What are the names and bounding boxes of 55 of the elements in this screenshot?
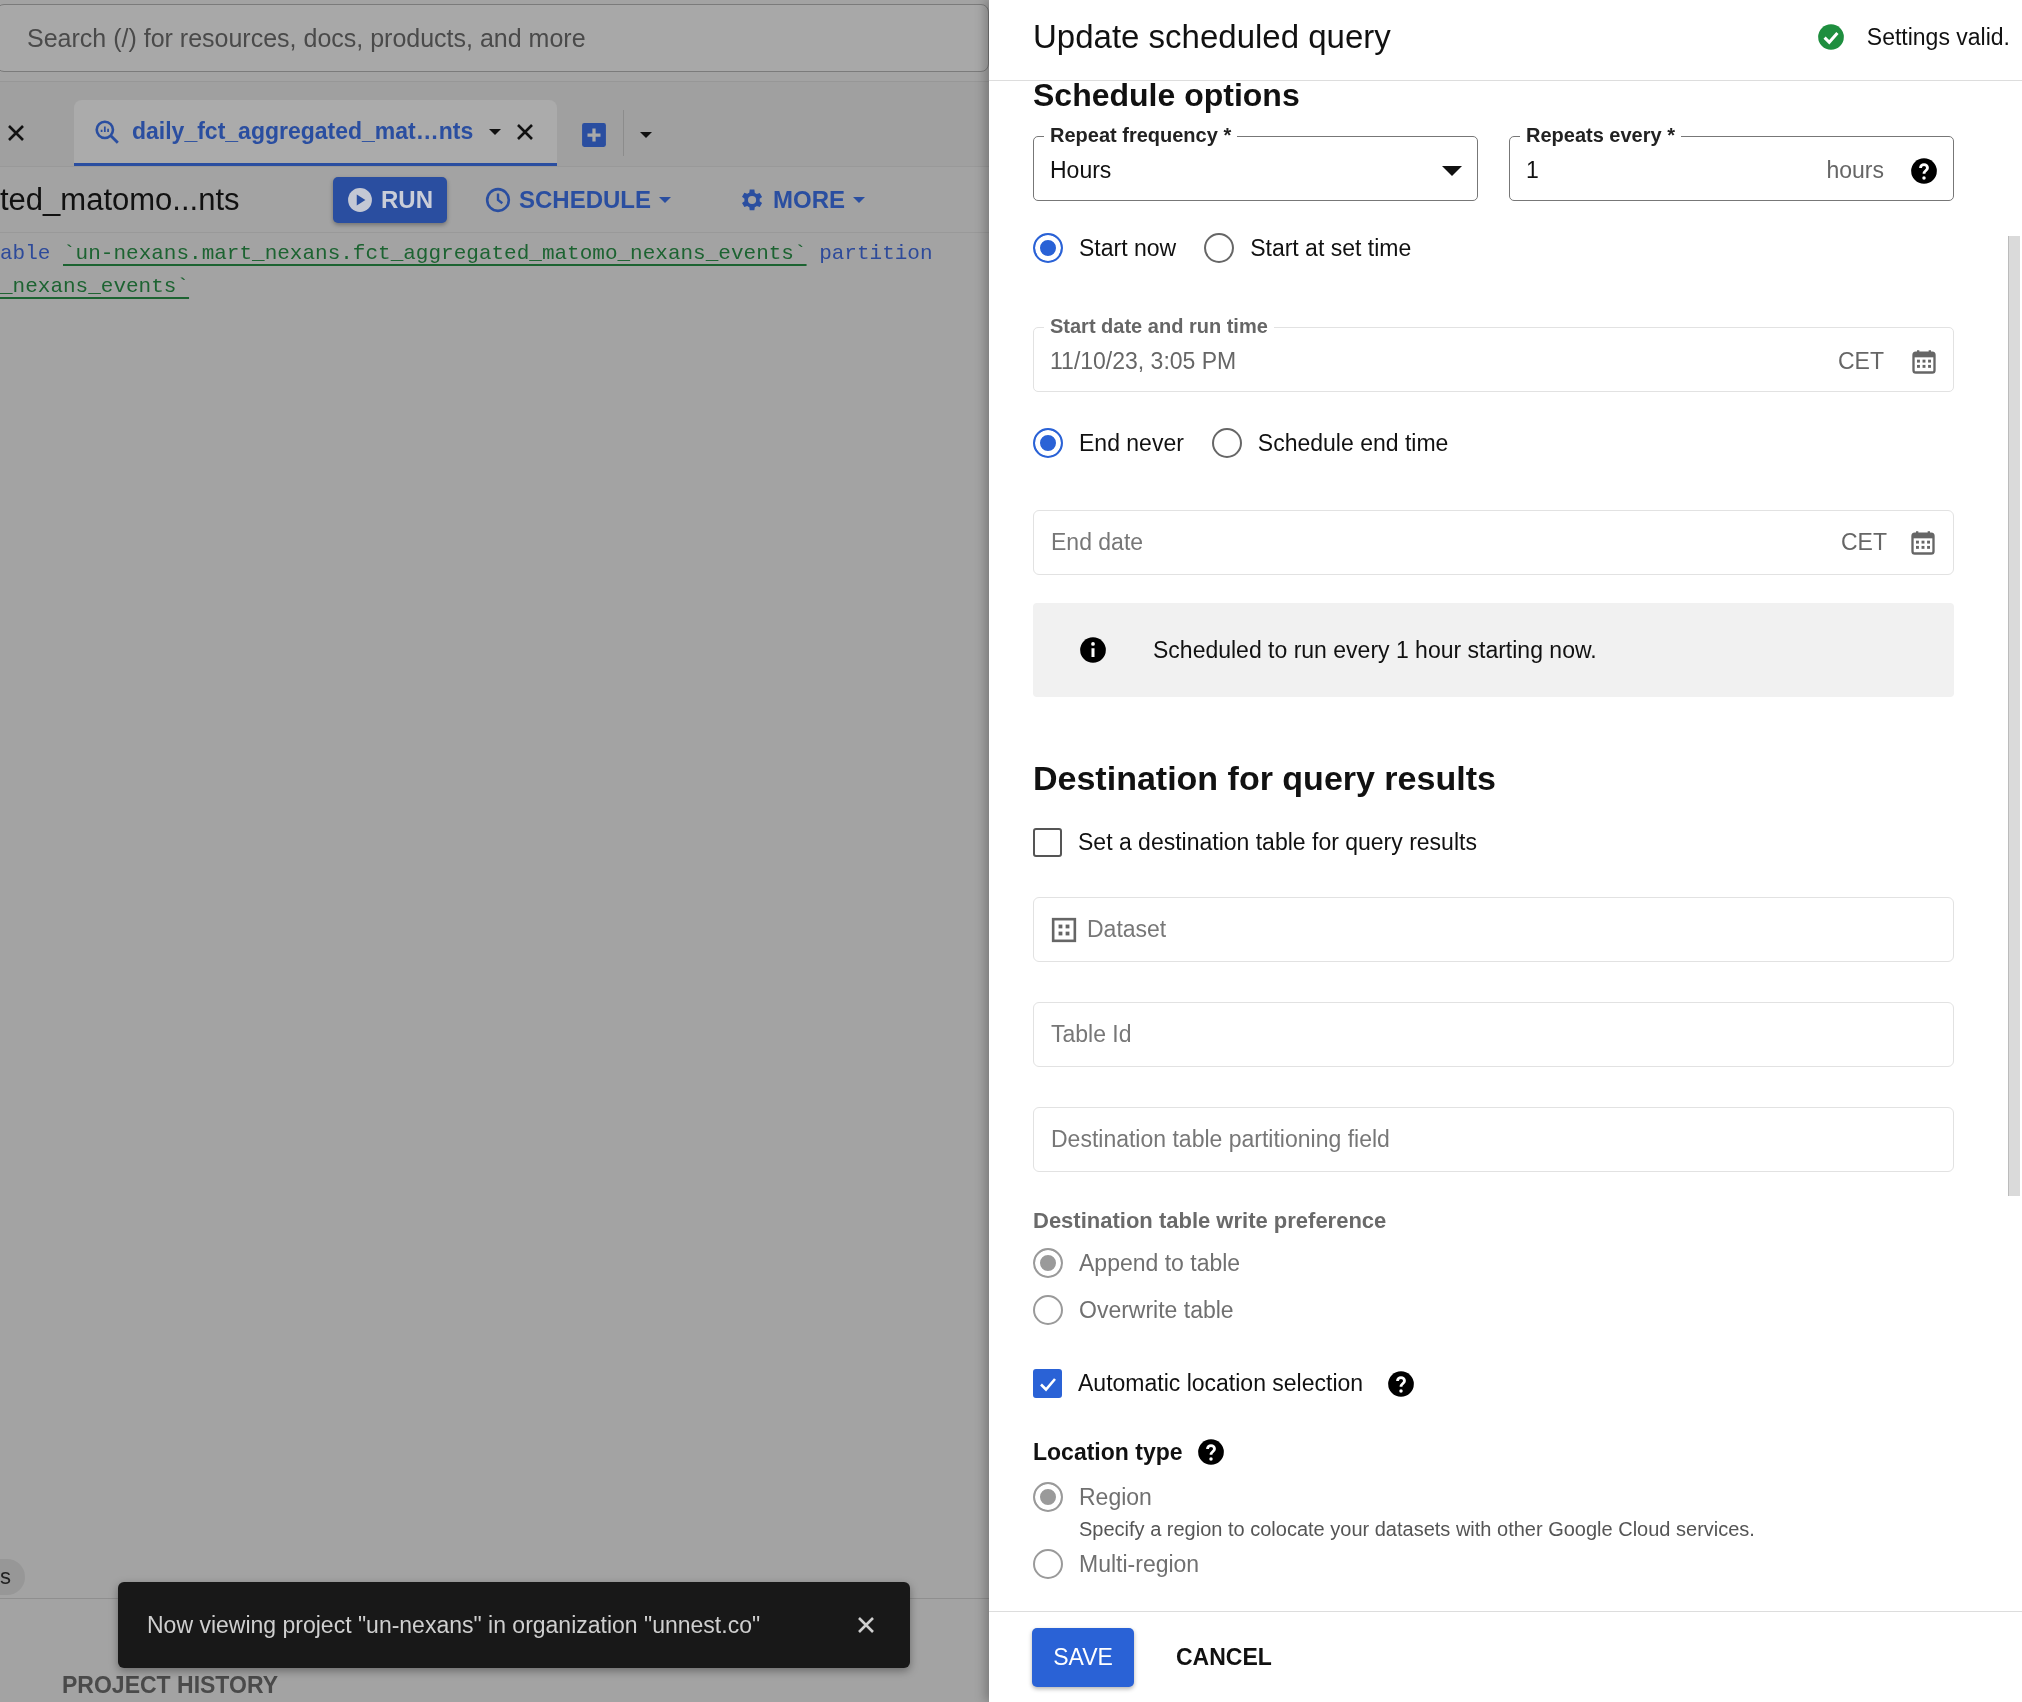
caret-icon[interactable] [640, 132, 653, 138]
section-heading: Schedule options [1033, 81, 1301, 114]
caret-icon[interactable] [489, 128, 502, 135]
project-history-tab[interactable]: PROJECT HISTORY [62, 1672, 278, 1699]
query-title: ted_matomo...nts [0, 181, 241, 218]
play-icon [347, 186, 373, 213]
help-icon[interactable] [1910, 156, 1938, 185]
option-description: Specify a region to colocate your datasets with other Google Cloud services. [1079, 1518, 1756, 1541]
filter-chip[interactable]: s [0, 1559, 25, 1595]
radio-label[interactable]: Start at set time [1250, 234, 1412, 262]
checkbox[interactable] [1033, 1369, 1062, 1398]
radio-button[interactable] [1211, 428, 1242, 458]
clock-icon [485, 186, 511, 213]
editor-tab[interactable]: daily_fct_aggregated_mat…nts [74, 100, 558, 166]
info-icon [1079, 636, 1107, 664]
caret-icon [659, 196, 671, 203]
grid-icon [1051, 916, 1077, 943]
checkbox[interactable] [1033, 828, 1062, 857]
code-line: _nexans_events` [0, 274, 191, 300]
help-icon[interactable] [1387, 1369, 1416, 1398]
repeat-frequency-dropdown[interactable]: Repeat frequency * Hours [1033, 122, 1478, 201]
code-line: able `un-nexans.mart_nexans.fct_aggregated_matomo_nexans_events` partition [0, 241, 934, 267]
cancel-button[interactable]: CANCEL [1156, 1627, 1292, 1687]
status-text: Settings valid. [1866, 23, 2010, 51]
scrollbar[interactable] [2008, 236, 2020, 1196]
help-icon[interactable] [1196, 1438, 1225, 1466]
field-label: Location type [1033, 1438, 1183, 1466]
checkbox-label[interactable]: Automatic location selection [1078, 1370, 1364, 1397]
more-button[interactable]: MORE [723, 176, 879, 223]
text-field[interactable]: Destination table partitioning field [1033, 1107, 1954, 1172]
dataset-field[interactable]: Dataset [1033, 897, 1954, 962]
radio-button[interactable] [1204, 233, 1235, 263]
schedule-button[interactable]: SCHEDULE [471, 176, 685, 223]
radio-label[interactable]: Start now [1079, 234, 1177, 262]
radio-button[interactable] [1033, 428, 1063, 458]
snackbar-message: Now viewing project "un-nexans" in organization "unnest.co" [147, 1611, 761, 1639]
radio-button[interactable] [1033, 233, 1063, 263]
calendar-icon[interactable] [1909, 528, 1937, 557]
run-button[interactable]: RUN [333, 176, 447, 223]
caret-icon [853, 196, 865, 203]
radio-label[interactable]: End never [1079, 429, 1184, 457]
save-button[interactable]: SAVE [1032, 1627, 1134, 1687]
repeats-every-field[interactable]: Repeats every * 1 hours [1509, 122, 1954, 201]
section-heading: Destination for query results [1033, 759, 1497, 798]
dialog-title: Update scheduled query [1033, 18, 1391, 56]
text-field[interactable]: Table Id [1033, 1002, 1954, 1067]
info-message: Scheduled to run every 1 hour starting now. [1153, 636, 1597, 664]
radio-label[interactable]: Schedule end time [1257, 429, 1449, 457]
dropdown-caret-icon [1442, 165, 1462, 176]
query-search-icon [94, 118, 120, 145]
end-date-field[interactable]: End date CET [1033, 510, 1954, 575]
search-field[interactable]: Search (/) for resources, docs, products, and more [0, 4, 989, 72]
checkbox-label[interactable]: Set a destination table for query results [1078, 829, 1477, 856]
field-label: Destination table write preference [1033, 1208, 1388, 1234]
new-tab-icon[interactable] [581, 122, 608, 148]
